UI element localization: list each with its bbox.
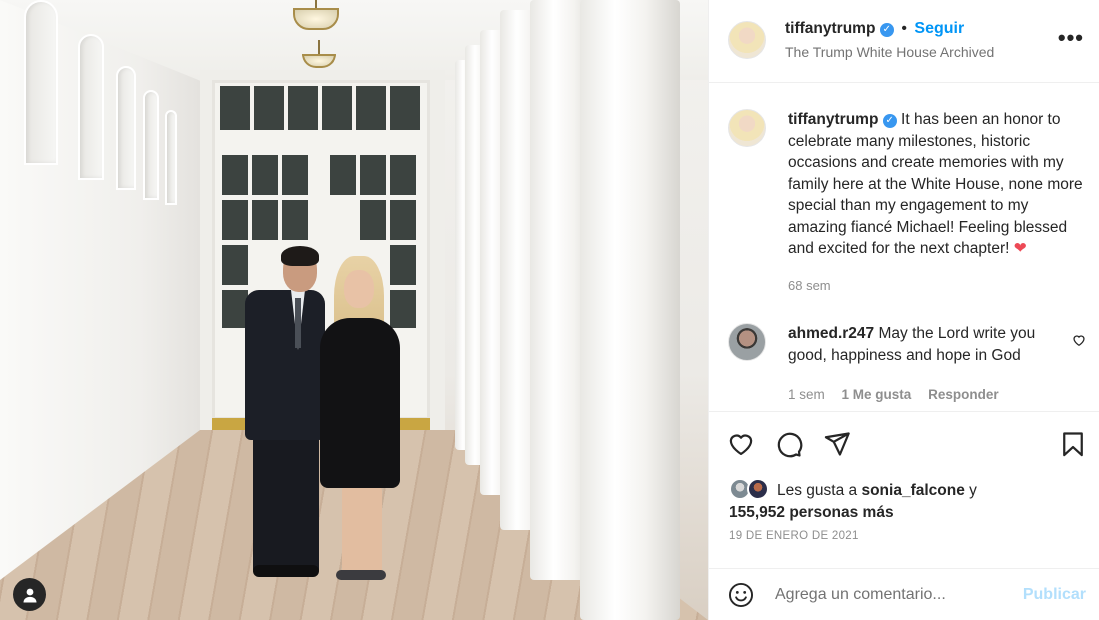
add-comment-bar: Agrega un comentario... Publicar [709, 568, 1099, 620]
smiley-icon[interactable] [728, 582, 754, 613]
separator-dot: • [901, 20, 907, 37]
send-icon[interactable] [823, 430, 853, 460]
comment-icon[interactable] [775, 430, 805, 460]
comment-timestamp[interactable]: 1 sem [788, 387, 825, 402]
reply-button[interactable]: Responder [928, 387, 999, 402]
likes-summary: Les gusta a sonia_falcone y 155,952 pers… [729, 478, 1089, 523]
author-avatar[interactable] [728, 21, 766, 59]
author-username[interactable]: tiffanytrump [785, 20, 875, 37]
caption-author-avatar[interactable] [728, 109, 766, 147]
comment-like-heart-icon[interactable] [1072, 333, 1086, 352]
post-caption: tiffanytrump ✓ It has been an honor to c… [788, 109, 1088, 260]
action-bar [709, 411, 1099, 458]
post-header: tiffanytrump ✓ • Seguir The Trump White … [709, 0, 1099, 83]
caption-text: It has been an honor to celebrate many m… [788, 111, 1083, 257]
window-arch [143, 90, 159, 200]
comment-item: ahmed.r247 May the Lord write you good, … [788, 323, 1048, 366]
publish-button[interactable]: Publicar [1023, 586, 1086, 604]
caption-timestamp[interactable]: 68 sem [788, 278, 831, 293]
comment-likes-count[interactable]: 1 Me gusta [842, 387, 912, 402]
window-arch [116, 66, 136, 190]
user-silhouette-icon[interactable] [13, 578, 46, 611]
verified-badge-icon: ✓ [882, 114, 897, 128]
caption-username[interactable]: tiffanytrump [788, 111, 878, 128]
column [580, 0, 680, 620]
post-side-panel: tiffanytrump ✓ • Seguir The Trump White … [708, 0, 1099, 620]
post-location[interactable]: The Trump White House Archived [785, 44, 994, 60]
post-photo [0, 0, 708, 620]
ceiling-lamp [293, 8, 339, 30]
red-heart-emoji: ❤ [1013, 240, 1027, 257]
commenter-avatar[interactable] [728, 323, 766, 361]
comment-meta: 1 sem 1 Me gusta Responder [788, 387, 1012, 402]
first-liker-username[interactable]: sonia_falcone [861, 482, 964, 499]
post-date[interactable]: 19 DE ENERO DE 2021 [729, 530, 859, 542]
more-horizontal-icon[interactable]: ••• [1058, 25, 1084, 51]
window-arch [165, 110, 177, 205]
follow-button[interactable]: Seguir [914, 20, 964, 37]
liker-avatars[interactable] [729, 478, 771, 500]
likes-count[interactable]: 155,952 personas más [729, 504, 894, 521]
bookmark-icon[interactable] [1059, 430, 1089, 460]
comment-username[interactable]: ahmed.r247 [788, 325, 874, 342]
heart-icon[interactable] [727, 430, 757, 460]
likes-prefix: Les gusta a [777, 482, 858, 499]
window-arch [78, 34, 104, 180]
verified-badge-icon: ✓ [879, 23, 894, 37]
likes-conjunction: y [969, 482, 977, 499]
woman-figure [312, 256, 402, 590]
comment-input[interactable]: Agrega un comentario... [775, 586, 946, 604]
window-arch [24, 0, 58, 165]
